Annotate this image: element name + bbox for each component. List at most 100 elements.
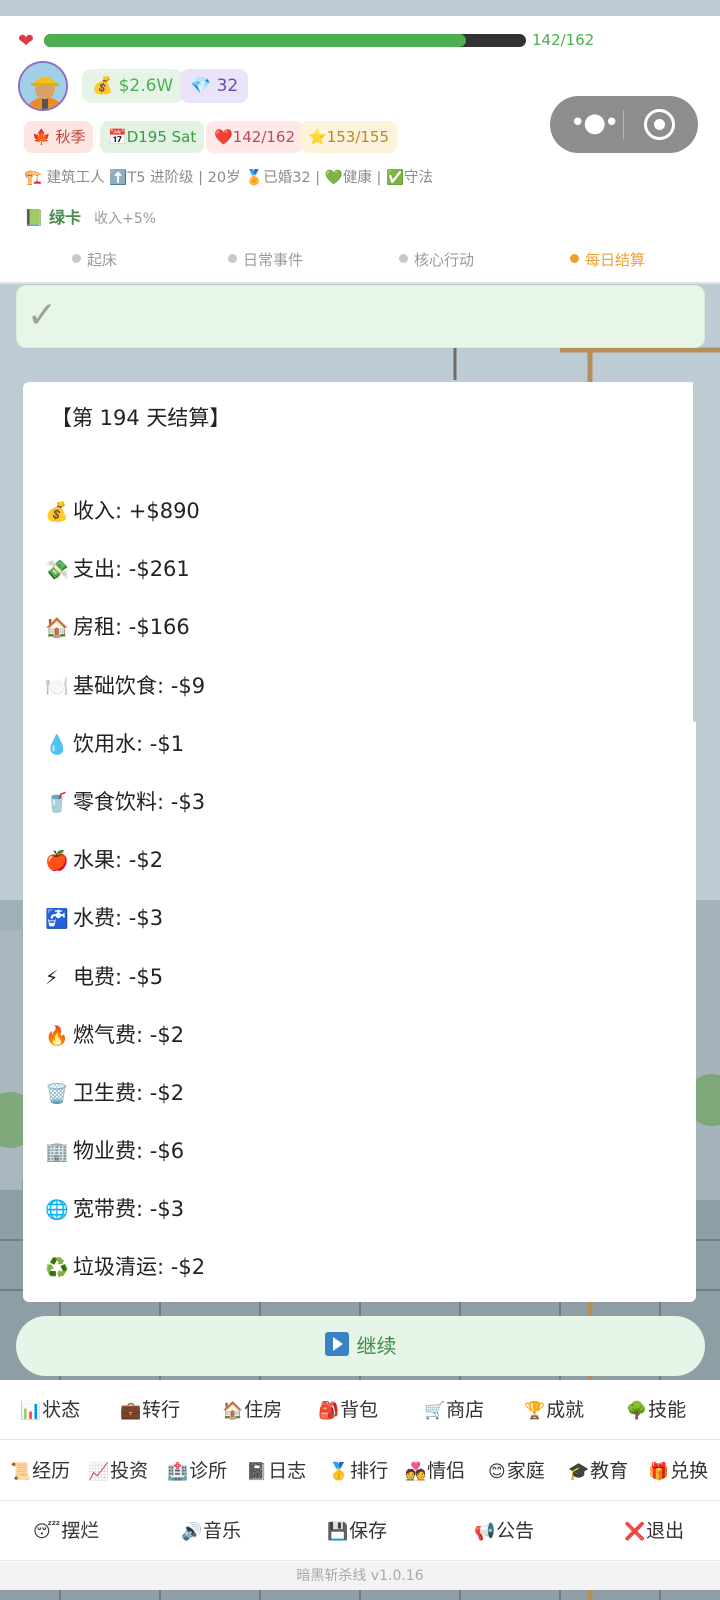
nav-item-label: 兑换	[670, 1460, 709, 1482]
nav-item-icon: 🏆	[524, 1401, 546, 1421]
settlement-item: 🏢 物业费: -$6	[45, 1136, 665, 1194]
nav-item-label: 情侣	[427, 1460, 466, 1482]
settlement-item-text: 零食饮料: -$3	[73, 789, 206, 814]
star-tag: ⭐153/155	[300, 121, 398, 153]
nav-item[interactable]: 💾保存	[327, 1501, 387, 1561]
nav-item-icon: 💑	[405, 1462, 427, 1482]
hp-bar	[44, 34, 526, 47]
nav-item-label: 保存	[349, 1520, 388, 1542]
nav-item[interactable]: 🎓教育	[568, 1441, 628, 1501]
nav-item-label: 音乐	[203, 1520, 242, 1542]
nav-item[interactable]: 🏆成就	[524, 1380, 584, 1440]
nav-item[interactable]: 📓日志	[246, 1441, 306, 1501]
settlement-item-icon: 🗑️	[45, 1082, 69, 1105]
nav-item[interactable]: ❌退出	[624, 1501, 684, 1561]
nav-item[interactable]: 🔊音乐	[181, 1501, 241, 1561]
nav-item[interactable]: 💼转行	[120, 1380, 180, 1440]
settlement-item: ⚡ 电费: -$5	[45, 962, 665, 1020]
settlement-item-icon: 🍽️	[45, 675, 69, 698]
money-bag-icon: 💰	[92, 76, 114, 96]
settlement-list: 💰 收入: +$890 💸 支出: -$261 🏠 房租: -$166 🍽️ 基础饮食: -$…	[45, 496, 665, 1302]
nav-item[interactable]: 🏠住房	[222, 1380, 282, 1440]
nav-item-label: 退出	[646, 1520, 685, 1542]
nav-item-label: 经历	[32, 1460, 71, 1482]
nav-item-icon: 🎓	[568, 1462, 590, 1482]
nav-item[interactable]: 😴摆烂	[33, 1501, 99, 1561]
nav-item[interactable]: 🏥诊所	[167, 1441, 227, 1501]
nav-row-1: 📊状态 💼转行 🏠住房 🎒背包 🛒商店 🏆成就 🌳技能	[0, 1380, 720, 1440]
nav-item-label: 公告	[496, 1520, 535, 1542]
step-core-action: 核心行动	[399, 249, 474, 270]
nav-item-label: 摆烂	[61, 1520, 100, 1542]
more-dots-icon[interactable]: •●•	[570, 106, 619, 142]
settlement-item-icon: 🥤	[45, 791, 69, 814]
money-value: $2.6W	[118, 76, 174, 96]
nav-item[interactable]: 📢公告	[474, 1501, 534, 1561]
settlement-item: 💸 支出: -$261	[45, 554, 665, 612]
settlement-item: 🔥 燃气费: -$2	[45, 1020, 665, 1078]
settlement-item-icon: 🔥	[45, 1024, 69, 1047]
scrollbar[interactable]	[693, 382, 696, 722]
nav-item[interactable]: 😊家庭	[488, 1441, 545, 1501]
day-tag: 📅D195 Sat	[100, 121, 205, 153]
settlement-item: 🍎 水果: -$2	[45, 845, 665, 903]
continue-label: 继续	[356, 1334, 397, 1358]
settlement-item: 💧 饮用水: -$1	[45, 729, 665, 787]
green-book-icon: 📗	[24, 208, 44, 227]
settlement-item-text: 卫生费: -$2	[73, 1080, 185, 1105]
target-icon[interactable]	[644, 109, 675, 140]
nav-item-label: 状态	[42, 1399, 81, 1421]
settlement-item: 🍽️ 基础饮食: -$9	[45, 671, 665, 729]
nav-item[interactable]: 🎁兑换	[648, 1441, 708, 1501]
hp-tag-label: 142/162	[232, 128, 296, 146]
settlement-item: 🏠 房租: -$166	[45, 612, 665, 670]
nav-item[interactable]: 📈投资	[88, 1441, 148, 1501]
nav-item-label: 家庭	[506, 1460, 545, 1482]
season-tag: 🍁 秋季	[24, 121, 94, 153]
settlement-panel[interactable]: 【第 194 天结算】 💰 收入: +$890 💸 支出: -$261 🏠 房租: -$1…	[23, 382, 696, 1302]
nav-item-icon: ❌	[624, 1522, 646, 1542]
nav-item-icon: 📈	[88, 1462, 110, 1482]
nav-item-icon: 📢	[474, 1522, 496, 1542]
nav-item[interactable]: 🥇排行	[328, 1441, 388, 1501]
version-label: 暗黑斩杀线 v1.0.16	[0, 1562, 720, 1590]
avatar[interactable]	[18, 61, 68, 111]
profile-info: 🏗️ 建筑工人 ⬆️T5 进阶级 | 20岁 🏅已婚32 | 💚健康 | ✅守法	[24, 166, 433, 187]
nav-item[interactable]: 🛒商店	[424, 1380, 484, 1440]
settlement-item-text: 收入: +$890	[73, 499, 200, 523]
nav-item-label: 投资	[110, 1460, 149, 1482]
play-icon	[324, 1332, 349, 1356]
step-daily-settlement: 每日结算	[570, 249, 645, 270]
nav-item-label: 诊所	[189, 1460, 228, 1482]
nav-item[interactable]: 🎒背包	[318, 1380, 378, 1440]
nav-item[interactable]: 💑情侣	[405, 1441, 465, 1501]
nav-row-3: 😴摆烂 🔊音乐 💾保存 📢公告 ❌退出	[0, 1501, 720, 1561]
heart-icon: ❤	[18, 30, 34, 52]
nav-item-icon: 😊	[488, 1462, 506, 1482]
settlement-item-icon: 🏠	[45, 617, 69, 640]
crane-icon: 🏗️	[24, 170, 43, 186]
money-badge[interactable]: 💰 $2.6W	[82, 69, 184, 103]
gem-badge[interactable]: 💎 32	[180, 69, 249, 103]
nav-item[interactable]: 📊状态	[20, 1380, 80, 1440]
nav-item-icon: 🛒	[424, 1401, 446, 1421]
nav-item-label: 成就	[546, 1399, 585, 1421]
settlement-item-text: 支出: -$261	[73, 557, 190, 582]
season-label: 秋季	[55, 128, 86, 146]
settlement-item-icon: ♻️	[45, 1257, 69, 1280]
hp-bar-fill	[44, 34, 467, 47]
header-divider	[0, 282, 720, 284]
settlement-item-icon: ⚡	[45, 966, 59, 989]
bottom-nav: 📊状态 💼转行 🏠住房 🎒背包 🛒商店 🏆成就 🌳技能 📜经历 📈投资 🏥诊所 📓日志 🥇排行 💑情侣…	[0, 1380, 720, 1590]
settlement-item: 🥤 零食饮料: -$3	[45, 787, 665, 845]
gem-icon: 💎	[190, 76, 212, 96]
nav-item[interactable]: 🌳技能	[626, 1380, 686, 1440]
nav-item-icon: 🏠	[222, 1401, 244, 1421]
settlement-item-text: 宽带费: -$3	[73, 1197, 185, 1222]
nav-item-label: 排行	[350, 1460, 389, 1482]
nav-item[interactable]: 📜经历	[10, 1441, 70, 1501]
capsule-divider	[623, 110, 624, 139]
settlement-item-text: 基础饮食: -$9	[73, 673, 206, 698]
nav-item-icon: 💼	[120, 1401, 142, 1421]
continue-button[interactable]: 继续	[16, 1316, 705, 1376]
